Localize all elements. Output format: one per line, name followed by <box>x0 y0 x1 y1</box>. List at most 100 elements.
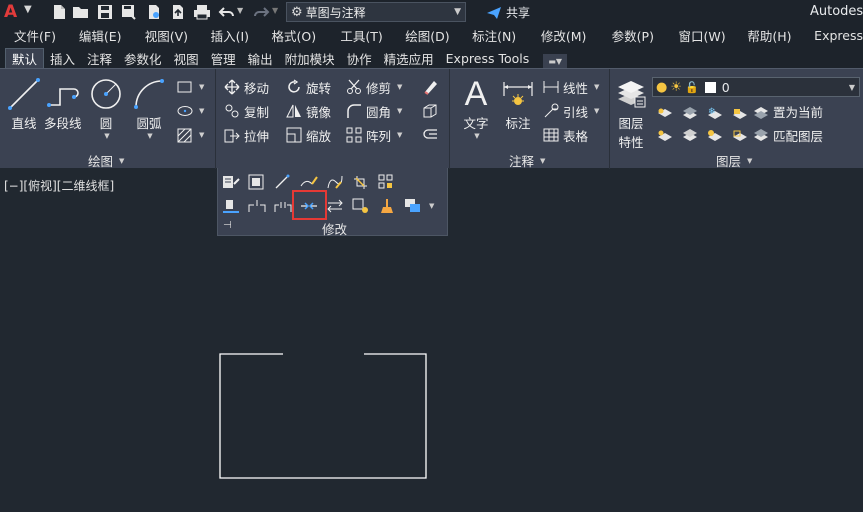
save-to-web-icon[interactable] <box>169 3 187 21</box>
edit-hatch-icon[interactable] <box>351 172 371 192</box>
tab-default[interactable]: 默认 <box>5 48 45 68</box>
text-label: 文字 <box>463 116 489 131</box>
workspace-switcher[interactable]: ⚙ 草图与注释 ▼ <box>286 2 466 22</box>
share-button[interactable]: 共享 <box>486 4 530 21</box>
menu-window[interactable]: 窗口(W) <box>679 26 748 45</box>
save-as-icon[interactable] <box>120 3 138 21</box>
menu-help[interactable]: 帮助(H) <box>747 26 814 45</box>
draw-order-icon[interactable] <box>403 196 423 216</box>
copy-button[interactable]: 复制 <box>223 101 269 121</box>
layer-unlock-icon[interactable] <box>730 125 750 145</box>
layer-thaw-icon[interactable] <box>705 125 725 145</box>
layer-dropdown[interactable]: ● ☀ 🔓 0 ▼ <box>652 77 860 97</box>
tab-insert[interactable]: 插入 <box>44 48 81 68</box>
hatch-button[interactable]: ▼ <box>176 125 204 145</box>
polyline-button[interactable]: 多段线 <box>44 75 82 132</box>
rectangle-button[interactable]: ▼ <box>176 77 204 97</box>
lengthen-icon[interactable] <box>273 172 293 192</box>
save-icon[interactable] <box>96 3 114 21</box>
chevron-down-icon: ▼ <box>747 156 753 165</box>
menu-edit[interactable]: 编辑(E) <box>79 26 145 45</box>
menu-draw[interactable]: 绘图(D) <box>405 26 472 45</box>
table-button[interactable]: 表格 <box>542 125 588 145</box>
set-current-icon <box>752 103 769 120</box>
undo-dropdown-icon[interactable]: ▼ <box>237 6 243 15</box>
tab-express-tools[interactable]: Express Tools <box>440 48 536 68</box>
line-button[interactable]: 直线 <box>6 75 42 132</box>
set-current-layer-button[interactable]: 置为当前 <box>752 101 823 121</box>
tab-annotate[interactable]: 注释 <box>81 48 118 68</box>
viewport-controls-label[interactable]: [−][俯视][二维线框] <box>4 177 114 194</box>
overkill-broom-icon[interactable] <box>377 196 397 216</box>
break-at-point-icon[interactable] <box>247 196 267 216</box>
align-icon[interactable] <box>221 196 241 216</box>
erase-button[interactable] <box>421 77 438 97</box>
layer-freeze-icon[interactable]: ❄ <box>705 103 725 123</box>
stretch-button[interactable]: 拉伸 <box>223 125 269 145</box>
menu-parameter[interactable]: 参数(P) <box>612 26 679 45</box>
ellipse-button[interactable]: ▼ <box>176 101 204 121</box>
change-space-icon[interactable] <box>247 172 267 192</box>
scale-button[interactable]: 缩放 <box>285 125 331 145</box>
tab-addins[interactable]: 附加模块 <box>279 48 341 68</box>
match-layer-button[interactable]: 匹配图层 <box>752 125 823 145</box>
modify-panel-title[interactable]: 修改 <box>322 219 347 238</box>
redo-dropdown-icon[interactable]: ▼ <box>272 6 278 15</box>
open-from-web-icon[interactable] <box>145 3 163 21</box>
edit-spline-icon[interactable] <box>325 172 345 192</box>
open-folder-icon[interactable] <box>72 3 90 21</box>
new-file-icon[interactable] <box>50 3 68 21</box>
layer-on-icon[interactable] <box>655 125 675 145</box>
text-button[interactable]: A 文字 ▼ <box>458 75 494 140</box>
ribbon-minimize-icon[interactable]: ▬▼ <box>543 54 568 68</box>
offset-button[interactable] <box>421 125 438 145</box>
menu-format[interactable]: 格式(O) <box>272 26 341 45</box>
chevron-down-icon: ▼ <box>147 132 153 140</box>
drawn-rectangle-with-gap[interactable] <box>219 353 427 479</box>
menu-view[interactable]: 视图(V) <box>145 26 211 45</box>
explode-icon[interactable] <box>351 196 371 216</box>
menu-dimension[interactable]: 标注(N) <box>472 26 541 45</box>
tab-collaborate[interactable]: 协作 <box>341 48 378 68</box>
move-button[interactable]: 移动 <box>223 77 269 97</box>
leader-button[interactable]: 引线 ▼ <box>542 101 599 121</box>
array-button[interactable]: 阵列 ▼ <box>345 125 402 145</box>
arc-button[interactable]: 圆弧 ▼ <box>131 75 167 140</box>
fillet-button[interactable]: 圆角 ▼ <box>345 101 402 121</box>
reverse-icon[interactable] <box>325 196 345 216</box>
mirror-button[interactable]: 镜像 <box>285 101 331 121</box>
break-icon[interactable] <box>273 196 293 216</box>
autocad-logo-icon[interactable]: A <box>4 2 17 22</box>
redo-icon[interactable] <box>252 3 270 21</box>
chevron-down-icon[interactable]: ▼ <box>429 202 434 210</box>
tab-featured-apps[interactable]: 精选应用 <box>378 48 440 68</box>
edit-polyline-icon[interactable] <box>299 172 319 192</box>
rotate-button[interactable]: 旋转 <box>285 77 331 97</box>
match-properties-icon[interactable] <box>221 172 241 192</box>
layer-properties-button[interactable]: 图层 特性 <box>613 75 649 151</box>
tab-manage[interactable]: 管理 <box>205 48 242 68</box>
tab-parametric[interactable]: 参数化 <box>118 48 168 68</box>
plot-printer-icon[interactable] <box>193 3 211 21</box>
tab-output[interactable]: 输出 <box>242 48 279 68</box>
linear-dimension-button[interactable]: 线性 ▼ <box>542 77 599 97</box>
layer-off-icon[interactable] <box>655 103 675 123</box>
menu-file[interactable]: 文件(F) <box>14 26 79 45</box>
paper-plane-icon <box>487 6 501 19</box>
edit-array-icon[interactable] <box>377 172 397 192</box>
trim-button[interactable]: 修剪 ▼ <box>345 77 402 97</box>
dimension-button[interactable]: 标注 <box>500 75 536 132</box>
solid-icon-button[interactable] <box>421 101 438 121</box>
layer-lock-icon[interactable] <box>730 103 750 123</box>
circle-button[interactable]: 圆 ▼ <box>88 75 124 140</box>
app-menu-chevron-icon[interactable]: ▼ <box>24 4 32 15</box>
menu-insert[interactable]: 插入(I) <box>211 26 272 45</box>
menu-tools[interactable]: 工具(T) <box>340 26 405 45</box>
menu-modify[interactable]: 修改(M) <box>541 26 612 45</box>
layer-isolate-icon[interactable] <box>680 103 700 123</box>
menu-express[interactable]: Express <box>814 28 863 43</box>
layer-unisolate-icon[interactable] <box>680 125 700 145</box>
undo-icon[interactable] <box>218 3 236 21</box>
tab-view[interactable]: 视图 <box>168 48 205 68</box>
pin-icon[interactable]: ⊣ <box>223 220 232 231</box>
